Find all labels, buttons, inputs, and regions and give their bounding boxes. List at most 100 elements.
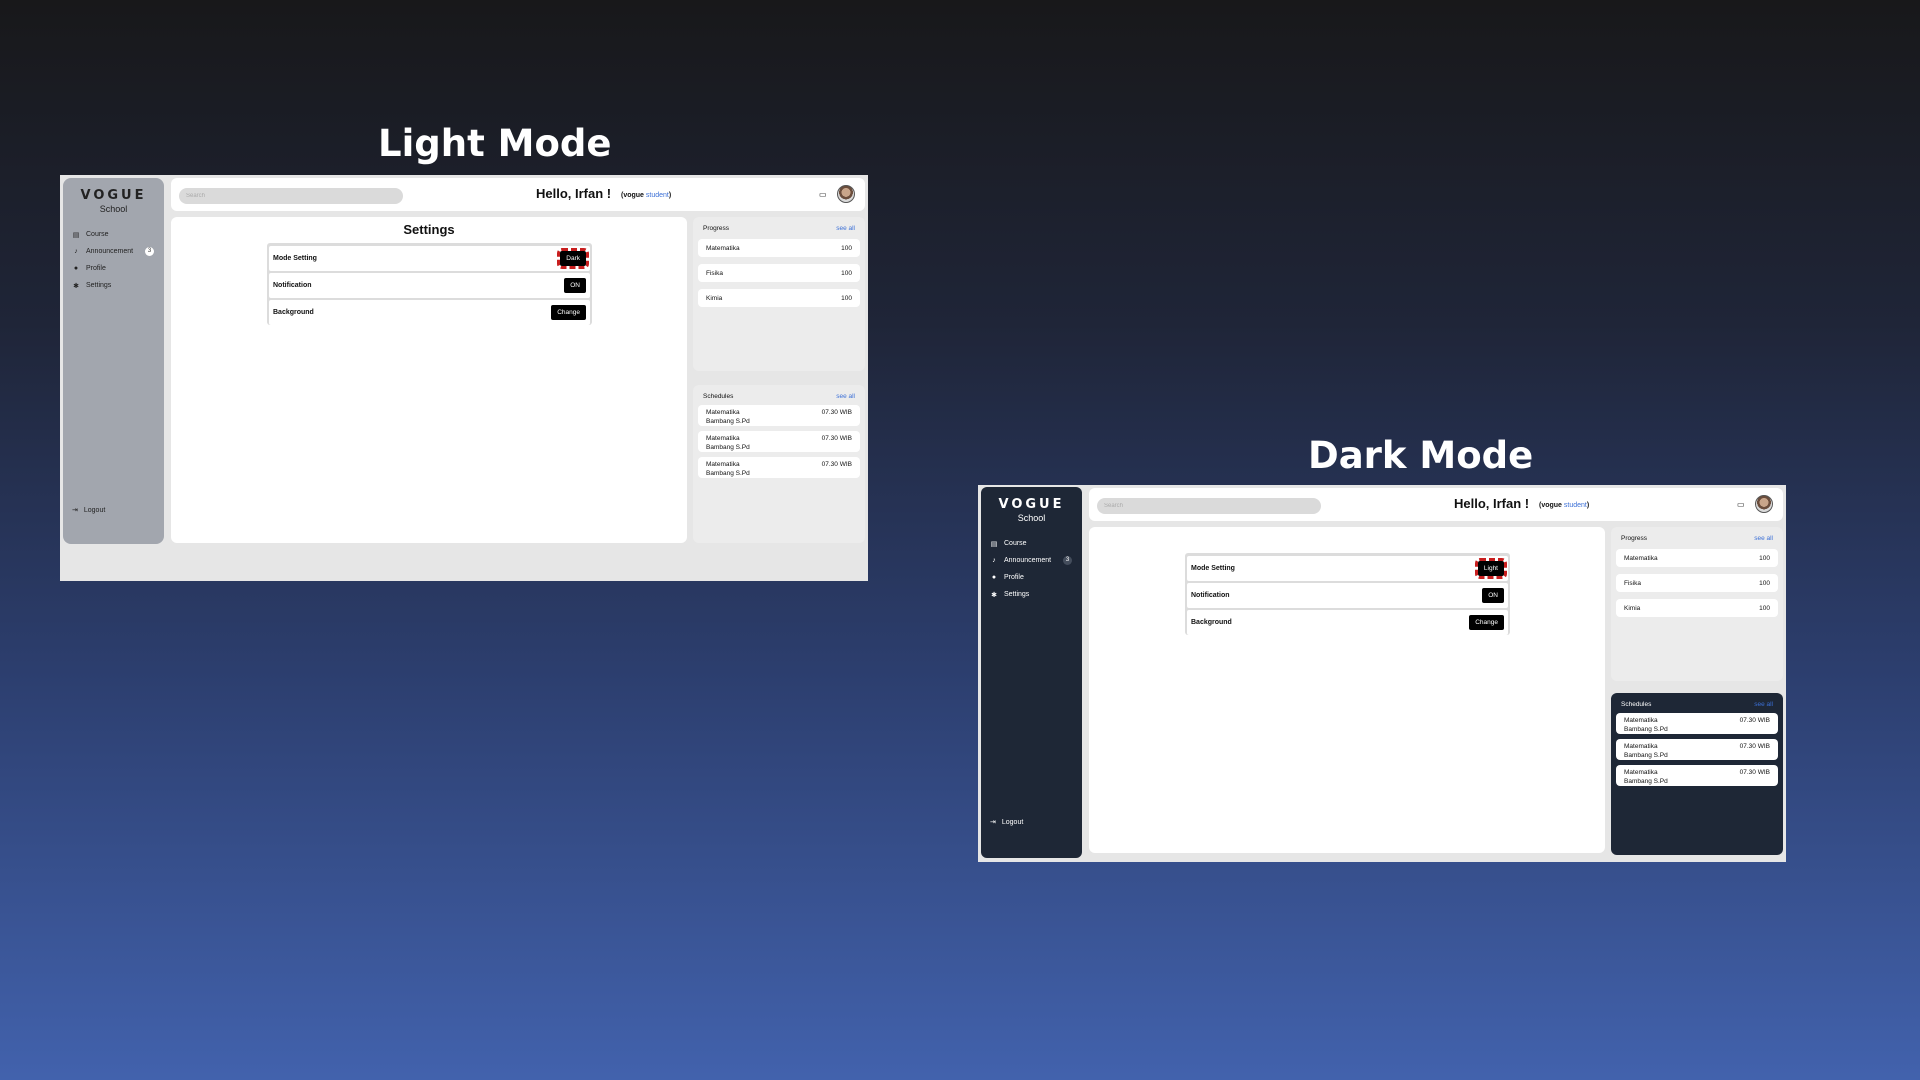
progress-subject: Fisika [706, 269, 723, 277]
sidebar-item-label: Profile [86, 265, 106, 272]
background-label: Background [273, 309, 314, 316]
light-mode-heading: Light Mode [378, 122, 612, 165]
notification-toggle-button[interactable]: ON [1482, 588, 1504, 603]
schedules-panel: Schedules see all Matematika Bambang S.Pd 0… [693, 385, 865, 543]
setting-row-mode: Mode Setting Dark [269, 246, 590, 271]
brand-logo[interactable]: VOGUE School [981, 497, 1082, 523]
schedule-time: 07.30 WIB [821, 409, 852, 416]
dark-mode-screenshot: VOGUE School ▤ Course ♪ Announcement 3 ● Pro… [978, 485, 1786, 862]
announcement-badge: 3 [1063, 556, 1073, 565]
sidebar-item-label: Settings [86, 282, 112, 289]
sidebar-item-settings[interactable]: ✱ Settings [72, 277, 164, 294]
progress-panel: Progress see all Matematika 100 Fisika 100 … [1611, 527, 1783, 681]
role-prefix: (vogue [1539, 502, 1564, 509]
avatar[interactable] [837, 185, 855, 203]
schedule-teacher: Bambang S.Pd [706, 418, 750, 425]
role-suffix: ) [1586, 502, 1590, 509]
schedule-row: Matematika Bambang S.Pd 07.30 WIB [698, 405, 860, 426]
greeting: Hello, Irfan ! [536, 186, 612, 201]
announcement-badge: 3 [145, 247, 155, 256]
progress-see-all-link[interactable]: see all [1754, 535, 1773, 542]
schedule-row: Matematika Bambang S.Pd 07.30 WIB [1616, 739, 1778, 760]
progress-subject: Matematika [706, 244, 740, 252]
bell-icon: ♪ [74, 248, 78, 255]
schedule-subject: Matematika [1624, 743, 1658, 750]
sidebar-item-announcement[interactable]: ♪ Announcement 3 [990, 552, 1082, 569]
logout-icon: ⇥ [72, 507, 78, 514]
mode-setting-label: Mode Setting [1191, 565, 1235, 572]
background-change-button[interactable]: Change [1469, 615, 1504, 630]
logout-label: Logout [83, 506, 106, 514]
sidebar: VOGUE School ▤ Course ♪ Announcement 3 ● Pro… [981, 487, 1082, 858]
schedule-time: 07.30 WIB [821, 435, 852, 442]
role-highlight: student [645, 192, 669, 199]
inbox-icon[interactable]: ▭ [1737, 500, 1745, 509]
background-change-button[interactable]: Change [551, 305, 586, 320]
avatar[interactable] [1755, 495, 1773, 513]
search-input[interactable] [1097, 498, 1321, 514]
inbox-icon[interactable]: ▭ [819, 190, 827, 199]
progress-title: Progress [703, 225, 730, 232]
sidebar-item-settings[interactable]: ✱ Settings [990, 586, 1082, 603]
search-input[interactable] [179, 188, 403, 204]
progress-score: 100 [1759, 554, 1770, 562]
brand-logo[interactable]: VOGUE School [63, 188, 164, 214]
logout-button[interactable]: ⇥ Logout [72, 506, 106, 515]
progress-row: Matematika 100 [1616, 549, 1778, 567]
setting-row-notification: Notification ON [1187, 583, 1508, 608]
progress-score: 100 [1759, 579, 1770, 587]
notification-label: Notification [273, 282, 312, 289]
notification-toggle-button[interactable]: ON [564, 278, 586, 293]
schedules-see-all-link[interactable]: see all [836, 393, 855, 400]
sidebar-item-label: Course [1004, 540, 1027, 547]
sidebar-item-announcement[interactable]: ♪ Announcement 3 [72, 243, 164, 260]
setting-row-notification: Notification ON [269, 273, 590, 298]
schedule-row: Matematika Bambang S.Pd 07.30 WIB [1616, 713, 1778, 734]
setting-row-mode: Mode Setting Light [1187, 556, 1508, 581]
top-bar: Hello, Irfan ! (vogue student) ▭ [171, 178, 865, 211]
settings-list: Mode Setting Dark Notification ON Backgrou… [267, 243, 592, 325]
book-icon: ▤ [72, 231, 80, 239]
brand-name: VOGUE [998, 497, 1065, 512]
progress-score: 100 [841, 294, 852, 302]
sidebar-item-label: Announcement [86, 248, 134, 255]
schedule-subject: Matematika [706, 409, 740, 416]
mode-toggle-button[interactable]: Light [1474, 558, 1508, 579]
sidebar-item-label: Settings [1004, 591, 1030, 598]
sidebar-item-profile[interactable]: ● Profile [990, 569, 1082, 586]
schedules-see-all-link[interactable]: see all [1754, 701, 1773, 708]
schedule-row: Matematika Bambang S.Pd 07.30 WIB [698, 431, 860, 452]
logout-icon: ⇥ [990, 819, 996, 826]
progress-row: Matematika 100 [698, 239, 860, 257]
background-label: Background [1191, 619, 1232, 626]
progress-subject: Kimia [1624, 604, 1641, 612]
progress-row: Fisika 100 [698, 264, 860, 282]
progress-panel: Progress see all Matematika 100 Fisika 100 … [693, 217, 865, 371]
sidebar-item-profile[interactable]: ● Profile [72, 260, 164, 277]
bell-icon: ♪ [992, 557, 996, 564]
progress-see-all-link[interactable]: see all [836, 225, 855, 232]
schedules-title: Schedules [703, 393, 734, 400]
schedule-time: 07.30 WIB [1739, 769, 1770, 776]
mode-toggle-button[interactable]: Dark [557, 248, 589, 269]
schedule-teacher: Bambang S.Pd [706, 470, 750, 477]
schedule-row: Matematika Bambang S.Pd 07.30 WIB [698, 457, 860, 478]
sidebar-item-label: Course [86, 231, 109, 238]
settings-panel: Settings Mode Setting Dark Notification ON… [171, 217, 687, 543]
schedule-subject: Matematika [1624, 717, 1658, 724]
progress-subject: Matematika [1624, 554, 1658, 562]
sidebar-item-course[interactable]: ▤ Course [990, 535, 1082, 552]
logout-label: Logout [1001, 818, 1024, 826]
schedule-subject: Matematika [1624, 769, 1658, 776]
schedule-teacher: Bambang S.Pd [1624, 778, 1668, 785]
schedule-time: 07.30 WIB [1739, 743, 1770, 750]
schedule-row: Matematika Bambang S.Pd 07.30 WIB [1616, 765, 1778, 786]
progress-score: 100 [1759, 604, 1770, 612]
schedule-teacher: Bambang S.Pd [1624, 752, 1668, 759]
sidebar-item-course[interactable]: ▤ Course [72, 226, 164, 243]
user-circle-icon: ● [73, 265, 79, 272]
book-icon: ▤ [990, 540, 998, 548]
user-circle-icon: ● [991, 574, 997, 581]
logout-button[interactable]: ⇥ Logout [990, 818, 1024, 827]
greeting: Hello, Irfan ! [1454, 496, 1530, 511]
